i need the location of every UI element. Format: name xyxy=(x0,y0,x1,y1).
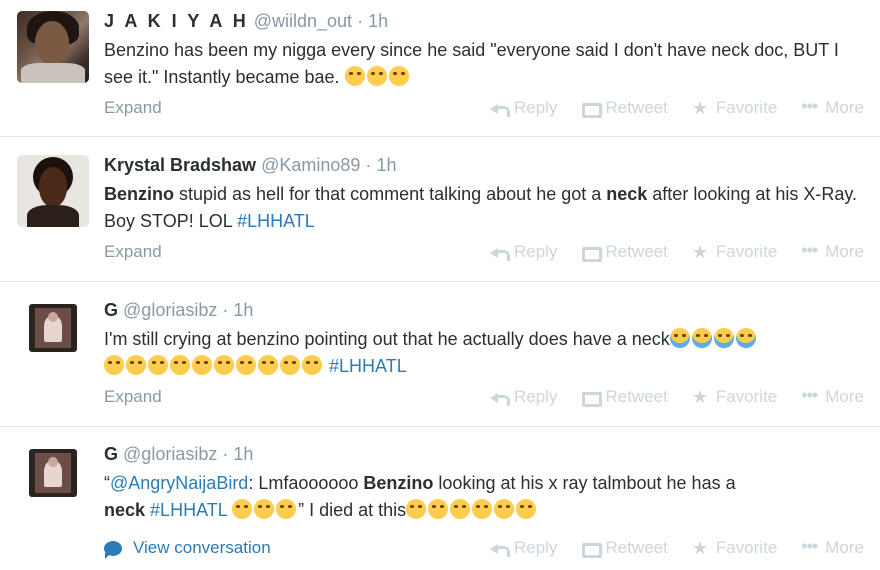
hashtag-link[interactable]: #LHHATL xyxy=(329,356,407,376)
laughing-emoji-icon xyxy=(214,355,234,375)
crying-emoji-icon xyxy=(735,328,756,348)
avatar[interactable] xyxy=(29,304,77,352)
disappointed-emoji-icon xyxy=(148,355,168,375)
retweet-icon xyxy=(581,390,603,407)
laughing-emoji-icon xyxy=(232,499,253,519)
laughing-emoji-icon xyxy=(472,499,493,519)
separator: · xyxy=(222,300,229,320)
laughing-emoji-icon xyxy=(494,499,515,519)
expand-link[interactable]: Expand xyxy=(104,387,162,407)
star-icon: ★ xyxy=(691,538,708,558)
laughing-emoji-icon xyxy=(516,499,537,519)
laughing-emoji-icon xyxy=(254,499,275,519)
more-button[interactable]: ••• More xyxy=(801,240,864,262)
more-button[interactable]: ••• More xyxy=(801,96,864,118)
star-icon: ★ xyxy=(691,98,708,118)
retweet-icon xyxy=(581,541,603,558)
star-icon: ★ xyxy=(691,387,708,407)
hashtag-link[interactable]: #LHHATL xyxy=(237,211,315,231)
avatar[interactable] xyxy=(29,449,77,497)
tweet[interactable]: J A K I Y A H @wiildn_out · 1h Benzino h… xyxy=(0,0,880,137)
favorite-button[interactable]: ★ Favorite xyxy=(692,242,777,262)
retweet-button[interactable]: Retweet xyxy=(581,242,668,262)
disappointed-emoji-icon xyxy=(104,355,124,375)
crying-emoji-icon xyxy=(669,328,690,348)
expand-link[interactable]: Expand xyxy=(104,98,162,118)
reply-icon xyxy=(490,245,510,261)
speech-bubble-icon xyxy=(104,540,122,559)
hashtag-link[interactable]: #LHHATL xyxy=(150,500,227,520)
retweet-button[interactable]: Retweet xyxy=(581,387,668,407)
tweet-header: G @gloriasibz · 1h xyxy=(104,443,864,465)
laughing-emoji-icon xyxy=(366,66,387,86)
disappointed-emoji-icon xyxy=(126,355,146,375)
separator: · xyxy=(222,444,229,464)
tweet-text: Benzino stupid as hell for that comment … xyxy=(104,184,858,231)
separator: · xyxy=(357,11,364,31)
laughing-emoji-icon xyxy=(344,66,365,86)
avatar[interactable] xyxy=(17,11,89,83)
laughing-emoji-icon xyxy=(280,355,300,375)
retweet-button[interactable]: Retweet xyxy=(581,98,668,118)
user-handle[interactable]: @Kamino89 xyxy=(261,155,360,175)
user-name[interactable]: Krystal Bradshaw xyxy=(104,155,256,175)
more-button[interactable]: ••• More xyxy=(801,536,864,558)
crying-emoji-icon xyxy=(691,328,712,348)
tweet-time[interactable]: 1h xyxy=(233,300,253,320)
reply-button[interactable]: Reply xyxy=(490,242,557,262)
mention-link[interactable]: @AngryNaijaBird xyxy=(110,473,248,493)
tweet-text: I'm still crying at benzino pointing out… xyxy=(104,326,864,380)
retweet-icon xyxy=(581,245,603,262)
more-dots-icon: ••• xyxy=(801,385,818,405)
reply-icon xyxy=(490,541,510,557)
laughing-emoji-icon xyxy=(302,355,322,375)
user-handle[interactable]: @gloriasibz xyxy=(123,300,217,320)
more-dots-icon: ••• xyxy=(801,536,818,556)
crying-emoji-icon xyxy=(713,328,734,348)
user-handle[interactable]: @gloriasibz xyxy=(123,444,217,464)
separator: · xyxy=(365,155,372,175)
laughing-emoji-icon xyxy=(192,355,212,375)
tweet[interactable]: G @gloriasibz · 1h I'm still crying at b… xyxy=(0,282,880,427)
grimacing-emoji-icon xyxy=(388,66,409,86)
tweet-text: Benzino has been my nigga every since he… xyxy=(104,40,839,87)
tweet[interactable]: Krystal Bradshaw @Kamino89 · 1h Benzino … xyxy=(0,137,880,282)
user-name[interactable]: J A K I Y A H xyxy=(104,11,249,31)
tweet-header: Krystal Bradshaw @Kamino89 · 1h xyxy=(104,154,864,176)
tweet-time[interactable]: 1h xyxy=(233,444,253,464)
tweet[interactable]: G @gloriasibz · 1h “@AngryNaijaBird: Lmf… xyxy=(0,427,880,570)
more-dots-icon: ••• xyxy=(801,96,818,116)
user-name[interactable]: G xyxy=(104,444,118,464)
reply-button[interactable]: Reply xyxy=(490,98,557,118)
retweet-icon xyxy=(581,101,603,118)
user-handle[interactable]: @wiildn_out xyxy=(254,11,352,31)
expand-link[interactable]: Expand xyxy=(104,242,162,262)
tweet-header: G @gloriasibz · 1h xyxy=(104,299,864,321)
tweet-time[interactable]: 1h xyxy=(376,155,396,175)
retweet-button[interactable]: Retweet xyxy=(581,538,668,558)
more-dots-icon: ••• xyxy=(801,240,818,260)
disappointed-emoji-icon xyxy=(170,355,190,375)
favorite-button[interactable]: ★ Favorite xyxy=(692,387,777,407)
laughing-emoji-icon xyxy=(258,355,278,375)
laughing-emoji-icon xyxy=(450,499,471,519)
tweet-text: “@AngryNaijaBird: Lmfaoooooo Benzino loo… xyxy=(104,473,736,520)
laughing-emoji-icon xyxy=(428,499,449,519)
favorite-button[interactable]: ★ Favorite xyxy=(692,98,777,118)
more-button[interactable]: ••• More xyxy=(801,385,864,407)
star-icon: ★ xyxy=(691,242,708,262)
tweet-header: J A K I Y A H @wiildn_out · 1h xyxy=(104,10,864,32)
avatar[interactable] xyxy=(17,155,89,227)
user-name[interactable]: G xyxy=(104,300,118,320)
reply-icon xyxy=(490,101,510,117)
view-conversation-link[interactable]: View conversation xyxy=(104,538,271,559)
reply-button[interactable]: Reply xyxy=(490,538,557,558)
laughing-emoji-icon xyxy=(276,499,297,519)
reply-button[interactable]: Reply xyxy=(490,387,557,407)
favorite-button[interactable]: ★ Favorite xyxy=(692,538,777,558)
reply-icon xyxy=(490,390,510,406)
laughing-emoji-icon xyxy=(236,355,256,375)
laughing-emoji-icon xyxy=(406,499,427,519)
tweet-time[interactable]: 1h xyxy=(368,11,388,31)
